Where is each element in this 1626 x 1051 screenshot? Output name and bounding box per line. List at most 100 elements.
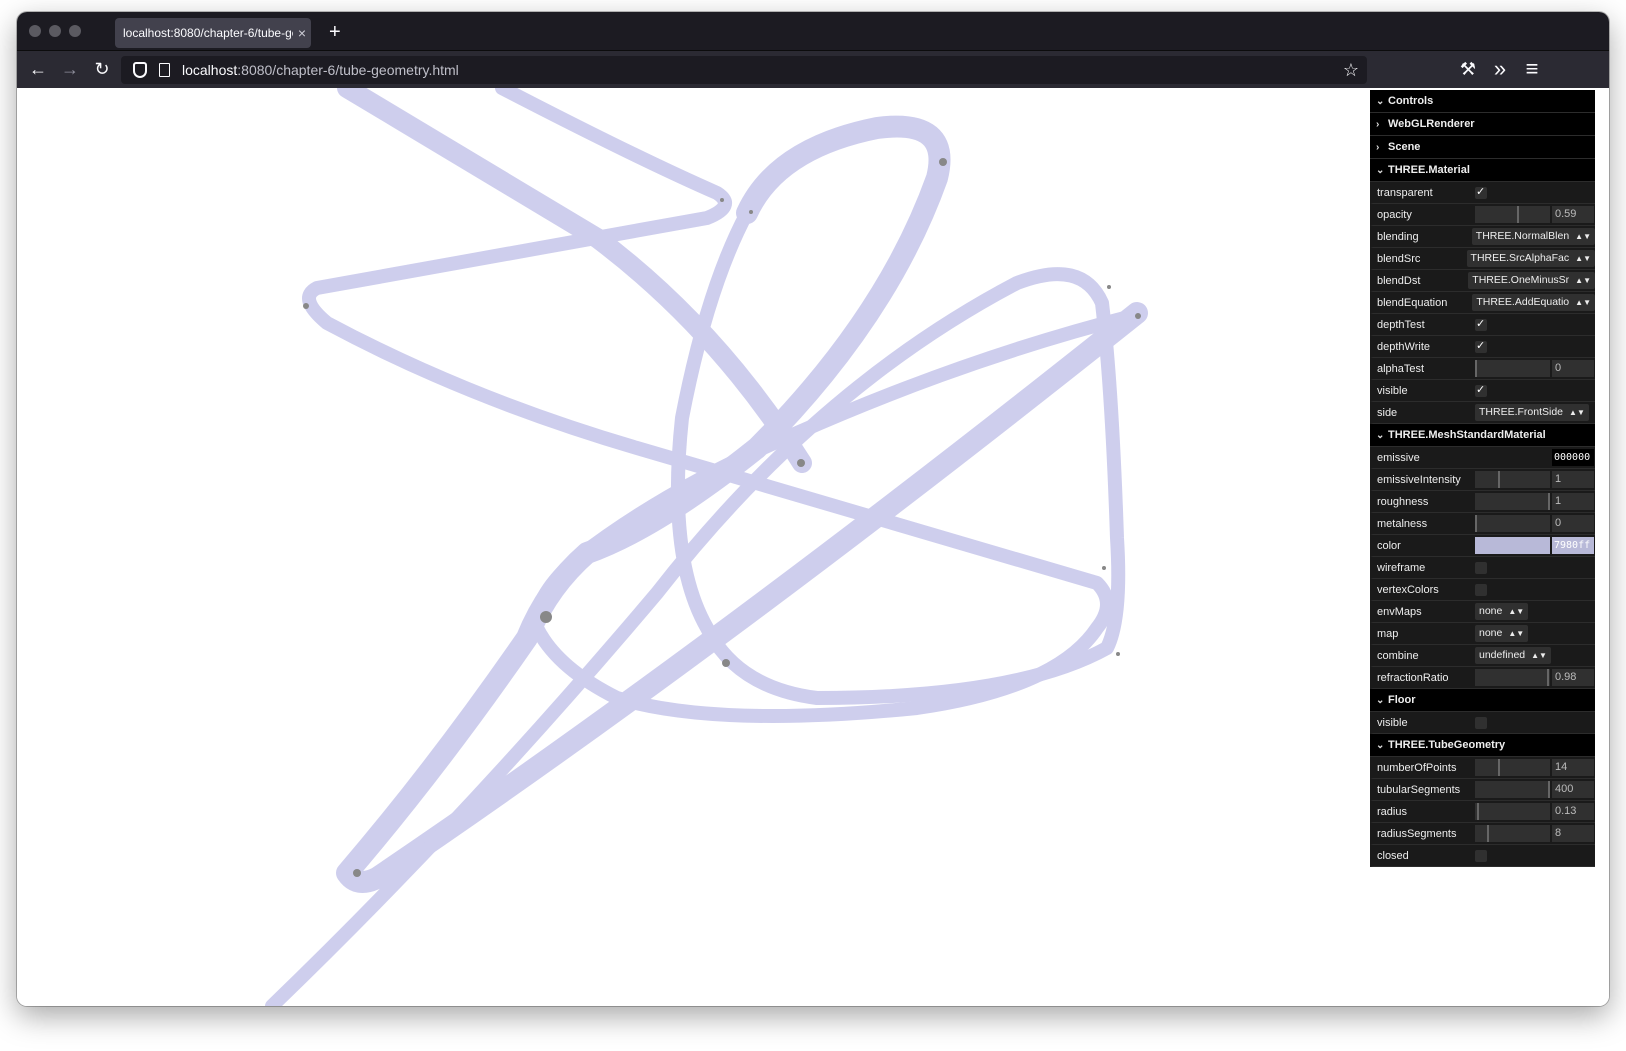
visible-checkbox[interactable] [1475, 383, 1487, 397]
zoom-window-button[interactable] [69, 25, 81, 37]
control-label: vertexColors [1377, 583, 1439, 596]
controls-folder[interactable]: ⌄ Controls [1370, 90, 1595, 113]
row-depthtest: depthTest [1370, 314, 1595, 336]
wireframe-checkbox[interactable] [1475, 561, 1487, 574]
row-metalness: metalness 0 [1370, 513, 1595, 535]
row-blenddst: blendDst THREE.OneMinusSr ▲▼ [1370, 270, 1595, 292]
tubularsegments-input[interactable]: 400 [1552, 781, 1594, 798]
webglrenderer-folder[interactable]: › WebGLRenderer [1370, 113, 1595, 136]
row-map: map none ▲▼ [1370, 623, 1595, 645]
control-label: blendSrc [1377, 252, 1421, 265]
slider-fill [1475, 825, 1489, 842]
tube-geometry-mesh [265, 88, 1148, 1006]
closed-checkbox[interactable] [1475, 849, 1487, 862]
scene-folder[interactable]: › Scene [1370, 136, 1595, 159]
row-depthwrite: depthWrite [1370, 336, 1595, 358]
roughness-slider[interactable] [1475, 493, 1550, 510]
back-icon[interactable]: ← [27, 58, 49, 80]
url-path: :8080/chapter-6/tube-geometry.html [237, 62, 459, 78]
radius-slider[interactable] [1475, 803, 1550, 820]
page-info-icon[interactable] [159, 63, 170, 77]
emissiveintensity-input[interactable]: 1 [1552, 471, 1594, 488]
radiussegments-input[interactable]: 8 [1552, 825, 1594, 842]
forward-icon[interactable]: → [59, 58, 81, 80]
folder-label: Floor [1388, 693, 1416, 706]
row-floor-visible: visible [1370, 712, 1595, 734]
vertexcolors-checkbox[interactable] [1475, 583, 1487, 596]
url-bar[interactable]: localhost:8080/chapter-6/tube-geometry.h… [121, 56, 1367, 84]
side-select[interactable]: THREE.FrontSide ▲▼ [1475, 404, 1589, 421]
row-radius: radius 0.13 [1370, 801, 1595, 823]
blending-select[interactable]: THREE.NormalBlen ▲▼ [1471, 228, 1595, 245]
floor-folder[interactable]: ⌄ Floor [1370, 689, 1595, 712]
roughness-input[interactable]: 1 [1552, 493, 1594, 510]
chevron-down-icon: ⌄ [1376, 739, 1385, 751]
envmaps-select[interactable]: none ▲▼ [1475, 603, 1529, 620]
minimize-window-button[interactable] [49, 25, 61, 37]
row-refractionratio: refractionRatio 0.98 [1370, 667, 1595, 689]
blenddst-select[interactable]: THREE.OneMinusSr ▲▼ [1468, 272, 1595, 289]
tab-close-icon[interactable]: × [293, 25, 311, 41]
app-menu-icon[interactable]: ≡ [1521, 58, 1543, 80]
material-folder[interactable]: ⌄ THREE.Material [1370, 159, 1595, 182]
alphatest-input[interactable]: 0 [1552, 360, 1594, 377]
chevron-right-icon: › [1376, 141, 1380, 153]
tube-geometry-folder[interactable]: ⌄ THREE.TubeGeometry [1370, 734, 1595, 757]
transparent-checkbox[interactable] [1475, 185, 1487, 199]
depthtest-checkbox[interactable] [1475, 317, 1487, 331]
blendsrc-select[interactable]: THREE.SrcAlphaFac ▲▼ [1466, 250, 1595, 267]
radiussegments-slider[interactable] [1475, 825, 1550, 842]
emissive-input[interactable]: 000000 [1552, 449, 1594, 466]
folder-label: Controls [1388, 94, 1434, 107]
color-swatch[interactable] [1475, 537, 1550, 554]
color-input[interactable]: 7980ff [1552, 537, 1594, 554]
control-point [720, 198, 724, 202]
reload-icon[interactable]: ↻ [91, 58, 113, 80]
control-point [797, 459, 805, 467]
standard-material-folder[interactable]: ⌄ THREE.MeshStandardMaterial [1370, 424, 1595, 447]
control-label: alphaTest [1377, 362, 1425, 375]
select-arrows-icon: ▲▼ [1569, 408, 1585, 417]
metalness-slider[interactable] [1475, 515, 1550, 532]
control-label: transparent [1377, 186, 1433, 199]
tab-title: localhost:8080/chapter-6/tube-geo [123, 26, 293, 40]
folder-label: THREE.MeshStandardMaterial [1388, 428, 1546, 441]
tab-active[interactable]: localhost:8080/chapter-6/tube-geo × [115, 18, 311, 48]
numberofpoints-slider[interactable] [1475, 759, 1550, 776]
tracking-shield-icon[interactable] [133, 62, 147, 78]
opacity-slider[interactable] [1475, 206, 1550, 223]
tools-icon[interactable]: ⚒ [1457, 58, 1479, 80]
tubularsegments-slider[interactable] [1475, 781, 1550, 798]
combine-select[interactable]: undefined ▲▼ [1475, 647, 1551, 664]
close-window-button[interactable] [29, 25, 41, 37]
opacity-input[interactable]: 0.59 [1552, 206, 1594, 223]
emissiveintensity-slider[interactable] [1475, 471, 1550, 488]
select-value: THREE.SrcAlphaFac [1470, 252, 1570, 264]
map-select[interactable]: none ▲▼ [1475, 625, 1529, 642]
refractionratio-input[interactable]: 0.98 [1552, 669, 1594, 686]
tab-bar: localhost:8080/chapter-6/tube-geo × + [17, 12, 1609, 50]
row-emissiveintensity: emissiveIntensity 1 [1370, 469, 1595, 491]
numberofpoints-input[interactable]: 14 [1552, 759, 1594, 776]
refractionratio-slider[interactable] [1475, 669, 1550, 686]
control-label: roughness [1377, 495, 1429, 508]
slider-fill [1475, 206, 1520, 223]
slider-fill [1475, 493, 1550, 510]
select-arrows-icon: ▲▼ [1508, 629, 1525, 638]
browser-window: localhost:8080/chapter-6/tube-geo × + ← … [17, 12, 1609, 1006]
radius-input[interactable]: 0.13 [1552, 803, 1594, 820]
metalness-input[interactable]: 0 [1552, 515, 1594, 532]
new-tab-button[interactable]: + [329, 20, 341, 44]
overflow-icon[interactable]: » [1489, 58, 1511, 80]
blendequation-select[interactable]: THREE.AddEquatio ▲▼ [1472, 294, 1595, 311]
emissive-swatch[interactable] [1475, 449, 1550, 466]
alphatest-slider[interactable] [1475, 360, 1550, 377]
bookmark-star-icon[interactable]: ☆ [1343, 60, 1359, 81]
depthwrite-checkbox[interactable] [1475, 339, 1487, 353]
select-value: THREE.FrontSide [1479, 406, 1564, 418]
control-point [749, 210, 753, 214]
folder-label: THREE.Material [1388, 163, 1470, 176]
control-label: visible [1377, 384, 1408, 397]
select-arrows-icon: ▲▼ [1575, 254, 1591, 263]
floor-visible-checkbox[interactable] [1475, 716, 1487, 729]
